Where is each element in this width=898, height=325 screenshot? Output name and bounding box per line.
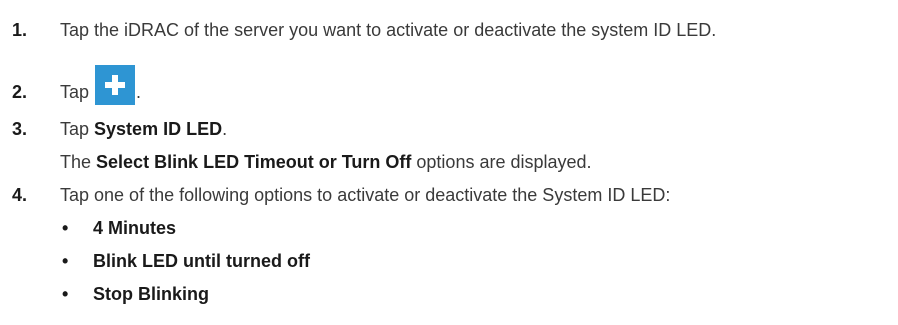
- ui-label-select-blink-led: Select Blink LED Timeout or Turn Off: [96, 152, 412, 172]
- step-text-after: .: [136, 82, 142, 102]
- option-item: • 4 Minutes: [0, 215, 898, 241]
- step-number: 2.: [12, 82, 28, 102]
- bullet: •: [62, 251, 69, 271]
- step-text-after: .: [222, 119, 228, 139]
- continuation-after: options are displayed.: [411, 152, 592, 172]
- option-label: Blink LED until turned off: [93, 251, 310, 271]
- option-item: • Stop Blinking: [0, 281, 898, 307]
- step-4: 4. Tap one of the following options to a…: [0, 182, 898, 208]
- step-number: 4.: [12, 185, 28, 205]
- option-label: Stop Blinking: [93, 284, 209, 304]
- step-text-before: Tap: [60, 119, 95, 139]
- option-item: • Blink LED until turned off: [0, 248, 898, 274]
- step-text-before: Tap: [60, 82, 90, 102]
- step-number: 1.: [12, 20, 28, 40]
- step-text: Tap .: [60, 65, 141, 105]
- step-text: Tap the iDRAC of the server you want to …: [60, 20, 717, 40]
- step-text: Tap System ID LED.: [60, 116, 227, 142]
- plus-icon: [95, 65, 135, 105]
- continuation-before: The: [60, 152, 97, 172]
- step-number: 3.: [12, 119, 28, 139]
- bullet: •: [62, 218, 69, 238]
- step-3-continuation: The Select Blink LED Timeout or Turn Off…: [0, 149, 898, 175]
- step-1: 1. Tap the iDRAC of the server you want …: [0, 17, 898, 43]
- step-text: The Select Blink LED Timeout or Turn Off…: [60, 149, 592, 175]
- step-text: Tap one of the following options to acti…: [60, 185, 671, 205]
- step-3: 3. Tap System ID LED.: [0, 116, 898, 142]
- bullet: •: [62, 284, 69, 304]
- step-2: 2. Tap .: [0, 65, 898, 105]
- option-label: 4 Minutes: [93, 218, 177, 238]
- ui-label-system-id-led: System ID LED: [94, 119, 223, 139]
